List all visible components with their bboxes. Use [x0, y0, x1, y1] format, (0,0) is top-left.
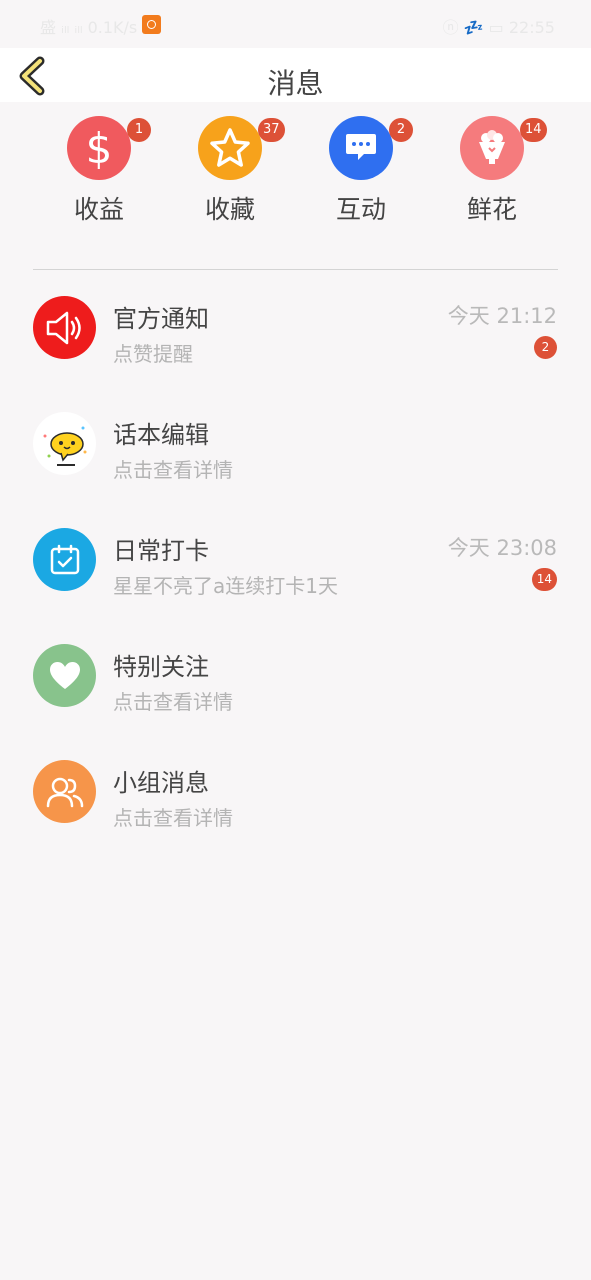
official-notice-title: 官方通知 [113, 305, 209, 333]
group-messages-avatar [33, 760, 96, 823]
script-editor-avatar [33, 412, 96, 475]
daily-checkin-badge: 14 [531, 568, 557, 591]
daily-checkin-avatar [33, 528, 96, 591]
list-item-daily-checkin[interactable]: 日常打卡 星星不亮了a连续打卡1天 今天 23:08 14 [0, 528, 591, 638]
favorites-badge: 37 [258, 118, 285, 142]
earnings-circle: $ 1 [67, 116, 151, 180]
flowers-label: 鲜花 [466, 195, 517, 224]
star-icon [210, 128, 250, 167]
dollar-icon: $ [86, 126, 113, 170]
status-right-info: ⓝ 💤 ▭ 22:55 [442, 18, 555, 37]
quick-action-interaction[interactable]: 2 互动 [306, 116, 416, 226]
daily-checkin-title: 日常打卡 [113, 537, 209, 565]
list-item-official-notice[interactable]: 官方通知 点赞提醒 今天 21:12 2 [0, 296, 591, 406]
list-item-special-follow[interactable]: 特别关注 点击查看详情 [0, 644, 591, 754]
interaction-circle: 2 [329, 116, 413, 180]
special-follow-title: 特别关注 [113, 653, 209, 681]
favorites-circle: 37 [198, 116, 285, 180]
quick-action-earnings[interactable]: $ 1 收益 [44, 116, 154, 226]
page-title: 消息 [267, 67, 324, 100]
megaphone-icon [46, 311, 81, 344]
quick-action-flowers[interactable]: 14 鲜花 [437, 116, 547, 226]
earnings-label: 收益 [73, 195, 124, 224]
calendar-check-icon [50, 544, 79, 574]
heart-icon [49, 661, 80, 689]
list-item-group-messages[interactable]: 小组消息 点击查看详情 [0, 760, 591, 870]
interaction-badge: 2 [389, 118, 413, 142]
group-messages-subtitle: 点击查看详情 [113, 806, 233, 830]
script-editor-subtitle: 点击查看详情 [113, 458, 233, 482]
list-item-script-editor[interactable]: 话本编辑 点击查看详情 [0, 412, 591, 522]
chat-bubble-icon [346, 134, 376, 160]
header: 消息 [0, 48, 591, 102]
group-icon [46, 777, 83, 807]
official-notice-time: 今天 21:12 [447, 304, 557, 328]
interaction-label: 互动 [335, 195, 386, 224]
special-follow-avatar [33, 644, 96, 707]
flowers-badge: 14 [520, 118, 547, 142]
divider [33, 269, 558, 270]
script-editor-title: 话本编辑 [113, 421, 209, 449]
daily-checkin-subtitle: 星星不亮了a连续打卡1天 [113, 574, 338, 598]
status-signal: 盛 ᵢₗₗ ᵢₗₗ 0.1K/s [40, 18, 138, 37]
svg-text:$: $ [86, 126, 113, 170]
bouquet-icon [479, 130, 505, 164]
group-messages-title: 小组消息 [113, 769, 209, 797]
status-bar: 盛 ᵢₗₗ ᵢₗₗ 0.1K/s ⓝ 💤 ▭ 22:55 [0, 0, 591, 48]
special-follow-subtitle: 点击查看详情 [113, 690, 233, 714]
quick-action-favorites[interactable]: 37 收藏 [175, 116, 285, 226]
official-notice-badge: 2 [534, 336, 557, 359]
camera-status-icon [142, 15, 161, 34]
chat-mascot-icon [43, 426, 86, 466]
earnings-badge: 1 [127, 118, 151, 142]
flowers-circle: 14 [460, 116, 547, 180]
daily-checkin-time: 今天 23:08 [447, 536, 557, 560]
favorites-label: 收藏 [204, 195, 255, 224]
official-notice-subtitle: 点赞提醒 [113, 342, 193, 366]
official-notice-avatar [33, 296, 96, 359]
